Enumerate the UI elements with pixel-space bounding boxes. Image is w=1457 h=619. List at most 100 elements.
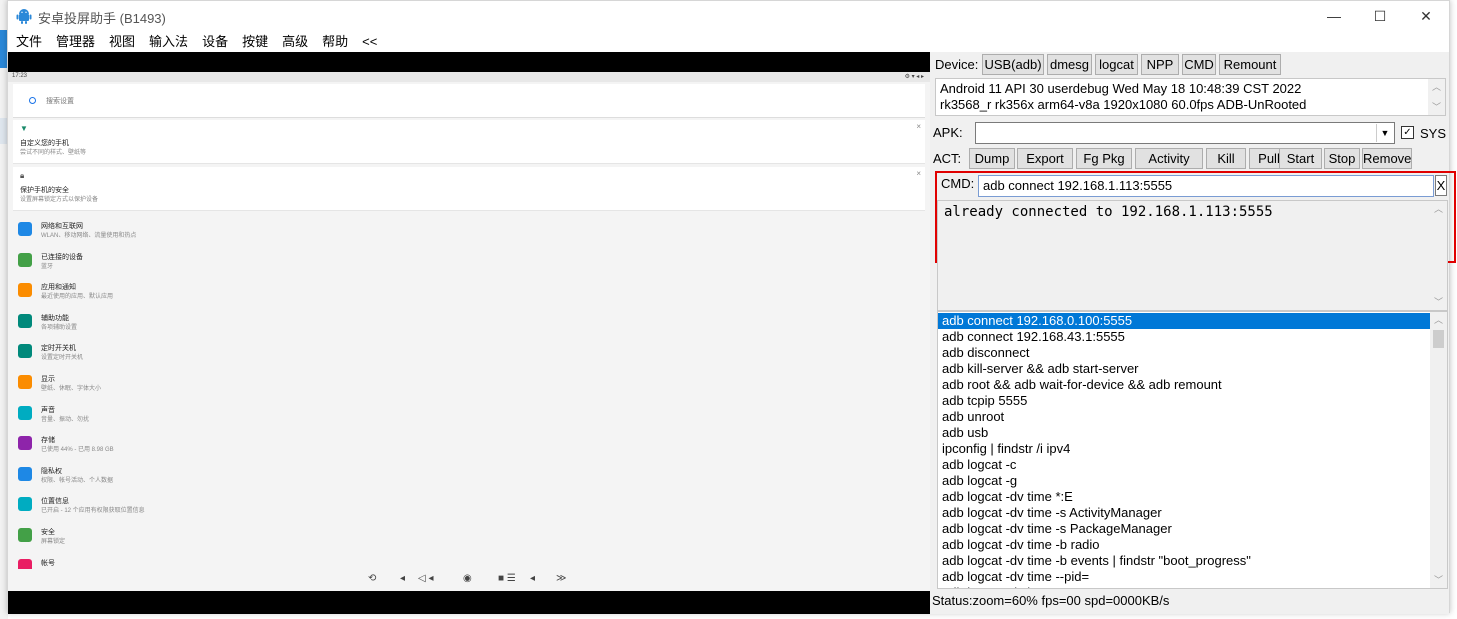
- settings-item-subtitle: 音量、振动、勿扰: [41, 416, 90, 423]
- minimize-button[interactable]: —: [1311, 1, 1357, 31]
- settings-item-icon: [18, 497, 32, 512]
- settings-item[interactable]: 位置信息 已开启 - 12 个应用有权限获取位置信息: [18, 492, 918, 522]
- info-scrollbar[interactable]: ︿ ﹀: [1428, 79, 1445, 115]
- settings-item[interactable]: 定时开关机 设置定时开关机: [18, 339, 918, 369]
- settings-item[interactable]: 网络和互联网 WLAN、移动网络、流量使用和热点: [18, 217, 918, 247]
- settings-item[interactable]: 已连接的设备 蓝牙: [18, 248, 918, 278]
- settings-item-icon: [18, 528, 32, 542]
- export-button[interactable]: Export: [1017, 148, 1073, 169]
- command-history-list[interactable]: adb connect 192.168.0.100:5555 adb connec…: [937, 311, 1448, 589]
- menu-help[interactable]: 帮助: [315, 31, 355, 52]
- volume-up-icon[interactable]: ◂: [530, 573, 535, 584]
- settings-item-subtitle: 壁纸、休眠、字体大小: [41, 386, 102, 392]
- command-list-item[interactable]: adb logcat -dv time -s PackageManager: [938, 521, 1432, 537]
- dump-button[interactable]: Dump: [969, 148, 1015, 169]
- scroll-down-icon[interactable]: ﹀: [1430, 295, 1447, 309]
- device-info-box[interactable]: Android 11 API 30 userdebug Wed May 18 1…: [935, 78, 1446, 116]
- scroll-up-icon[interactable]: ︿: [1430, 202, 1447, 216]
- command-list-item[interactable]: adb connect 192.168.43.1:5555: [938, 329, 1432, 345]
- menu-collapse[interactable]: <<: [355, 31, 384, 52]
- palette-icon: ▼: [20, 124, 28, 133]
- start-button[interactable]: Start: [1279, 148, 1322, 169]
- menu-input-method[interactable]: 输入法: [142, 31, 195, 52]
- remove-button[interactable]: Remove: [1362, 148, 1412, 169]
- scroll-up-icon[interactable]: ︿: [1428, 80, 1445, 94]
- close-button[interactable]: ✕: [1403, 1, 1449, 31]
- command-list-item[interactable]: adb logcat -c: [938, 457, 1432, 473]
- command-list-item[interactable]: adb logcat -dv time -s ActivityManager: [938, 505, 1432, 521]
- dismiss-icon[interactable]: ×: [916, 122, 921, 131]
- settings-item[interactable]: 安全 屏幕锁定: [18, 523, 918, 553]
- scroll-thumb[interactable]: [1433, 330, 1444, 348]
- search-icon: [29, 97, 36, 104]
- cmd-input[interactable]: adb connect 192.168.1.113:5555: [978, 175, 1434, 197]
- command-list-item[interactable]: adb connect 192.168.0.100:5555: [938, 313, 1432, 329]
- cmd-output-box[interactable]: already connected to 192.168.1.113:5555 …: [937, 200, 1448, 311]
- scroll-down-icon[interactable]: ﹀: [1430, 573, 1447, 587]
- remount-button[interactable]: Remount: [1219, 54, 1281, 75]
- cmd-output-text: already connected to 192.168.1.113:5555: [944, 204, 1273, 220]
- settings-item[interactable]: 声音 音量、振动、勿扰: [18, 401, 918, 431]
- command-list-item[interactable]: adb logcat -dv time *:E: [938, 489, 1432, 505]
- screen-mirror[interactable]: 17:23 ⚙ ▾ ◂ ▸ 搜索设置 ▼ 自定义您的手机 尝试不同的样式、壁纸等…: [8, 52, 930, 614]
- sys-checkbox[interactable]: ✓: [1401, 126, 1414, 139]
- recents-icon[interactable]: ■ ☰: [498, 573, 516, 584]
- lock-icon: 🔒︎: [20, 171, 25, 180]
- npp-button[interactable]: NPP: [1141, 54, 1179, 75]
- command-list-item[interactable]: adb logcat -dv time --pid=: [938, 569, 1432, 585]
- volume-down-icon[interactable]: ◂: [400, 573, 405, 584]
- kill-button[interactable]: Kill: [1206, 148, 1246, 169]
- app-window: 安卓投屏助手 (B1493) — ☐ ✕ 文件 管理器 视图 输入法 设备 按键…: [7, 0, 1456, 614]
- screenshot-icon[interactable]: ⟲: [368, 573, 376, 584]
- command-list-item[interactable]: adb logcat -g: [938, 473, 1432, 489]
- clear-cmd-button[interactable]: X: [1435, 175, 1447, 196]
- apk-dropdown[interactable]: ▼: [975, 122, 1395, 144]
- command-list-item[interactable]: adb tcpip 5555: [938, 393, 1432, 409]
- menu-icon[interactable]: ≫: [556, 573, 566, 584]
- command-list-item[interactable]: adb logcat -dv time -b radio: [938, 537, 1432, 553]
- settings-item[interactable]: 隐私权 权限、帐号活动、个人数据: [18, 462, 918, 492]
- maximize-button[interactable]: ☐: [1357, 1, 1403, 31]
- output-scrollbar[interactable]: ︿ ﹀: [1430, 201, 1447, 310]
- command-list-item[interactable]: adb disconnect: [938, 345, 1432, 361]
- logcat-button[interactable]: logcat: [1095, 54, 1138, 75]
- stop-button[interactable]: Stop: [1324, 148, 1360, 169]
- scroll-down-icon[interactable]: ﹀: [1428, 100, 1445, 114]
- command-list-item[interactable]: adb root && adb wait-for-device && adb r…: [938, 377, 1432, 393]
- suggestion-card[interactable]: 🔒︎ 保护手机的安全 设置屏幕锁定方式以保护设备 ×: [13, 167, 925, 211]
- home-icon[interactable]: ◉: [463, 573, 472, 584]
- back-icon[interactable]: ◁ ◂: [418, 573, 434, 584]
- settings-item[interactable]: 应用和通知 最近使用的应用、默认应用: [18, 278, 918, 308]
- cmd-button[interactable]: CMD: [1182, 54, 1216, 75]
- list-scrollbar[interactable]: ︿ ﹀: [1430, 312, 1447, 588]
- settings-item[interactable]: 存储 已使用 44% - 已用 8.98 GB: [18, 431, 918, 461]
- settings-item[interactable]: 显示 壁纸、休眠、字体大小: [18, 370, 918, 400]
- chevron-down-icon[interactable]: ▼: [1376, 124, 1393, 142]
- usb-adb-button[interactable]: USB(adb): [982, 54, 1044, 75]
- settings-item-icon: [18, 283, 32, 298]
- command-list-item[interactable]: ipconfig | findstr /i ipv4: [938, 441, 1432, 457]
- menu-manager[interactable]: 管理器: [49, 31, 102, 52]
- menu-view[interactable]: 视图: [102, 31, 142, 52]
- command-list-item[interactable]: adb usb: [938, 425, 1432, 441]
- dmesg-button[interactable]: dmesg: [1047, 54, 1092, 75]
- fg-pkg-button[interactable]: Fg Pkg: [1076, 148, 1132, 169]
- apk-label: APK:: [933, 125, 963, 140]
- settings-item[interactable]: 辅助功能 各项辅助设置: [18, 309, 918, 339]
- menu-device[interactable]: 设备: [195, 31, 235, 52]
- phone-screen[interactable]: 17:23 ⚙ ▾ ◂ ▸ 搜索设置 ▼ 自定义您的手机 尝试不同的样式、壁纸等…: [8, 72, 930, 591]
- activity-button[interactable]: Activity: [1135, 148, 1203, 169]
- scroll-up-icon[interactable]: ︿: [1430, 313, 1447, 327]
- command-list-item[interactable]: adb logcat -dv time -b events | findstr …: [938, 553, 1432, 569]
- menu-file[interactable]: 文件: [9, 31, 49, 52]
- command-list-item[interactable]: adb logcat -dv long: [938, 585, 1432, 588]
- command-list-item[interactable]: adb kill-server && adb start-server: [938, 361, 1432, 377]
- menu-keys[interactable]: 按键: [235, 31, 275, 52]
- dismiss-icon[interactable]: ×: [916, 169, 921, 178]
- settings-item-icon: [18, 222, 32, 236]
- menu-advanced[interactable]: 高级: [275, 31, 315, 52]
- suggestion-card[interactable]: ▼ 自定义您的手机 尝试不同的样式、壁纸等 ×: [13, 120, 925, 164]
- settings-search-box[interactable]: 搜索设置: [13, 84, 925, 118]
- title-bar: 安卓投屏助手 (B1493) — ☐ ✕: [8, 1, 1449, 31]
- command-list-item[interactable]: adb unroot: [938, 409, 1432, 425]
